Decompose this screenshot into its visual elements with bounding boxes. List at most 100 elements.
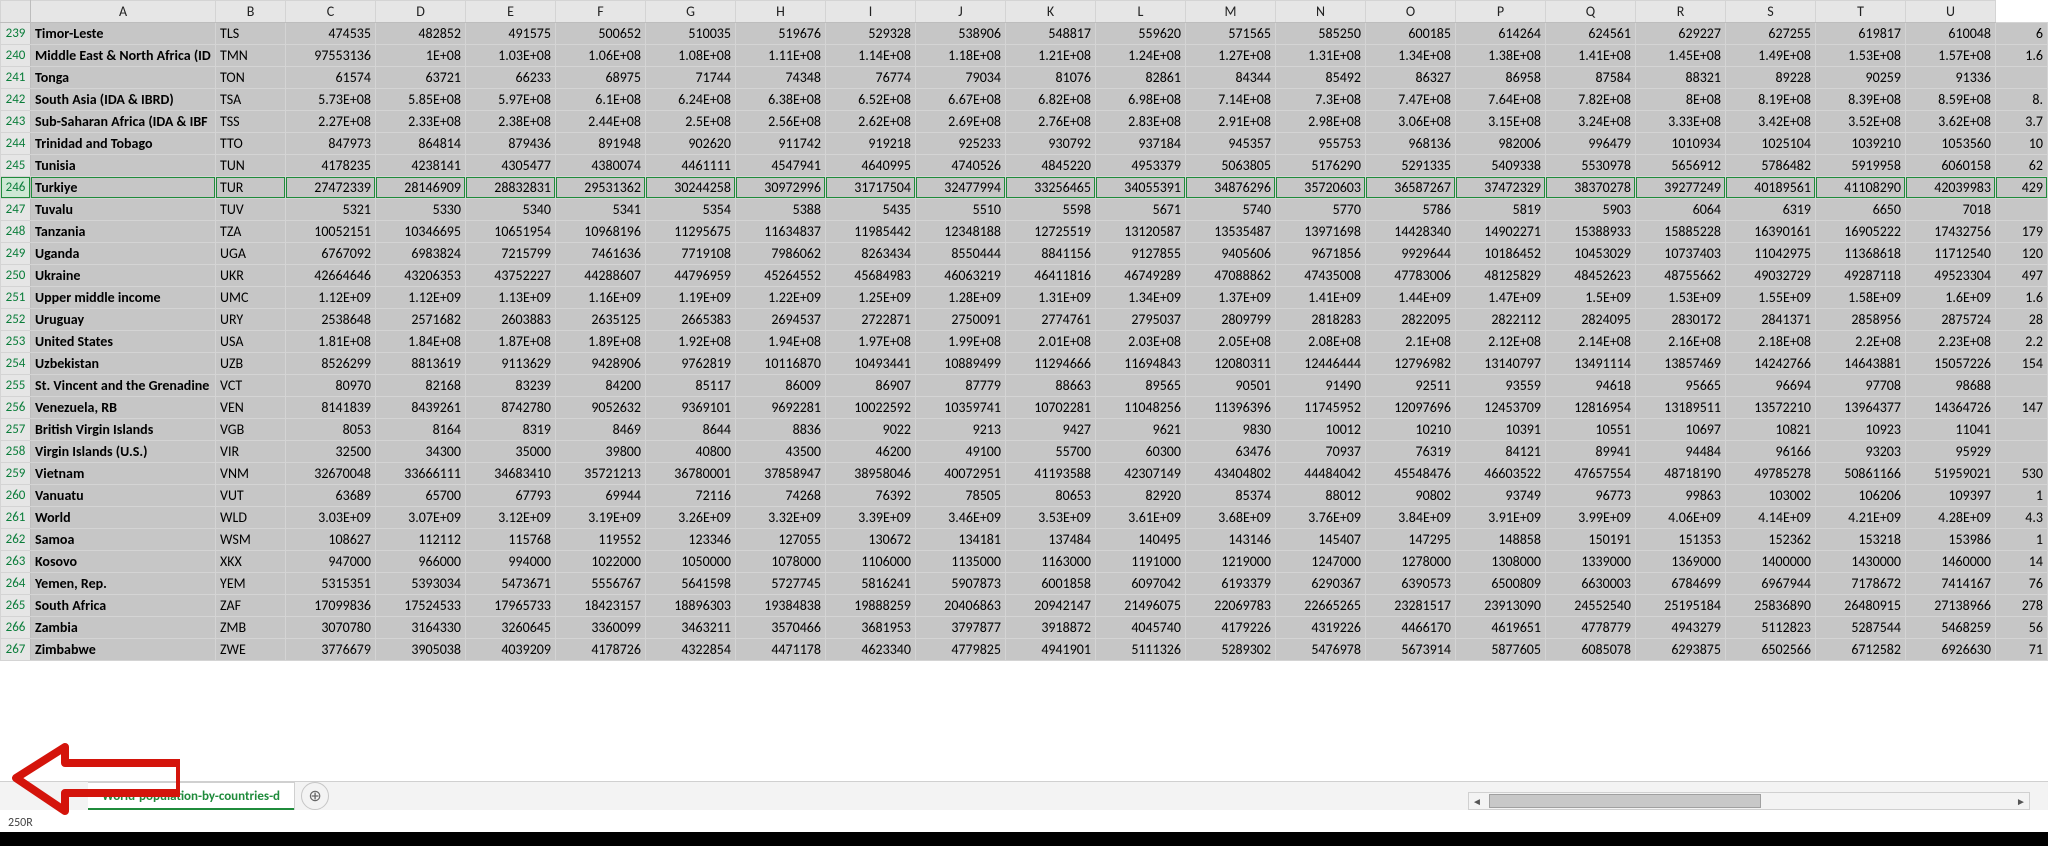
cell-value[interactable]: 6650 (1816, 199, 1906, 221)
cell-value[interactable]: 5388 (736, 199, 826, 221)
data-row[interactable]: 261WorldWLD3.03E+093.07E+093.12E+093.19E… (1, 507, 2048, 529)
cell-value[interactable]: 49287118 (1816, 265, 1906, 287)
cell-value[interactable]: 94484 (1636, 441, 1726, 463)
cell-value[interactable]: 3.91E+09 (1456, 507, 1546, 529)
cell-value[interactable]: 106206 (1816, 485, 1906, 507)
cell-value[interactable]: 6.98E+08 (1096, 89, 1186, 111)
cell-value[interactable]: 119552 (556, 529, 646, 551)
row-header[interactable]: 251 (1, 287, 31, 309)
cell-value[interactable]: 34683410 (466, 463, 556, 485)
cell-value[interactable]: 12725519 (1006, 221, 1096, 243)
cell-value[interactable]: 8644 (646, 419, 736, 441)
cell-value[interactable]: 10116870 (736, 353, 826, 375)
cell-value[interactable]: 20942147 (1006, 595, 1096, 617)
cell-value[interactable]: 5393034 (376, 573, 466, 595)
cell-value[interactable]: 11294666 (1006, 353, 1096, 375)
cell-value[interactable]: 600185 (1366, 23, 1456, 45)
data-row[interactable]: 264Yemen, Rep.YEM53153515393034547367155… (1, 573, 2048, 595)
cell-value[interactable]: 80970 (286, 375, 376, 397)
cell-value[interactable]: 7414167 (1906, 573, 1996, 595)
col-header-L[interactable]: L (1096, 1, 1186, 23)
cell-value[interactable]: 56 (1996, 617, 2048, 639)
cell-value[interactable]: 3164330 (376, 617, 466, 639)
cell-value[interactable]: 10012 (1276, 419, 1366, 441)
scroll-left-button[interactable]: ◄ (1469, 794, 1485, 808)
cell-value[interactable]: 1.57E+08 (1906, 45, 1996, 67)
cell-value[interactable]: 519676 (736, 23, 826, 45)
cell-value[interactable]: 10651954 (466, 221, 556, 243)
cell-value[interactable]: 3.33E+08 (1636, 111, 1726, 133)
cell-value[interactable]: 14242766 (1726, 353, 1816, 375)
cell-value[interactable]: 4380074 (556, 155, 646, 177)
cell-value[interactable]: 1039210 (1816, 133, 1906, 155)
cell-value[interactable]: 3681953 (826, 617, 916, 639)
cell-value[interactable]: 8526299 (286, 353, 376, 375)
cell-country[interactable]: Zimbabwe (31, 639, 216, 661)
cell-country[interactable]: Tuvalu (31, 199, 216, 221)
col-header-J[interactable]: J (916, 1, 1006, 23)
cell-value[interactable]: 3.99E+09 (1546, 507, 1636, 529)
cell-value[interactable]: 1400000 (1726, 551, 1816, 573)
cell-value[interactable]: 3070780 (286, 617, 376, 639)
cell-value[interactable]: 1.5E+09 (1546, 287, 1636, 309)
cell-value[interactable]: 2635125 (556, 309, 646, 331)
cell-value[interactable]: 42307149 (1096, 463, 1186, 485)
cell-value[interactable]: 97708 (1816, 375, 1906, 397)
cell-value[interactable]: 4178235 (286, 155, 376, 177)
cell-value[interactable]: 2841371 (1726, 309, 1816, 331)
data-row[interactable]: 258Virgin Islands (U.S.)VIR3250034300350… (1, 441, 2048, 463)
cell-code[interactable]: VGB (216, 419, 286, 441)
cell-value[interactable]: 2795037 (1096, 309, 1186, 331)
cell-value[interactable]: 82920 (1096, 485, 1186, 507)
col-header-Q[interactable]: Q (1546, 1, 1636, 23)
cell-value[interactable]: 47783006 (1366, 265, 1456, 287)
cell-value[interactable]: 123346 (646, 529, 736, 551)
cell-value[interactable]: 5.73E+08 (286, 89, 376, 111)
cell-value[interactable]: 14643881 (1816, 353, 1906, 375)
cell-value[interactable]: 5919958 (1816, 155, 1906, 177)
cell-value[interactable]: 95665 (1636, 375, 1726, 397)
col-header-T[interactable]: T (1816, 1, 1906, 23)
cell-value[interactable]: 6767092 (286, 243, 376, 265)
cell-value[interactable]: 70937 (1276, 441, 1366, 463)
cell-value[interactable]: 13964377 (1816, 397, 1906, 419)
cell-value[interactable]: 26480915 (1816, 595, 1906, 617)
cell-value[interactable]: 1308000 (1456, 551, 1546, 573)
cell-value[interactable]: 154 (1996, 353, 2048, 375)
cell-country[interactable]: South Asia (IDA & IBRD) (31, 89, 216, 111)
cell-value[interactable]: 8550444 (916, 243, 1006, 265)
cell-value[interactable]: 1022000 (556, 551, 646, 573)
cell-value[interactable]: 3.76E+09 (1276, 507, 1366, 529)
cell-value[interactable]: 5315351 (286, 573, 376, 595)
cell-value[interactable]: 1.14E+08 (826, 45, 916, 67)
cell-value[interactable] (1996, 375, 2048, 397)
cell-value[interactable]: 5877605 (1456, 639, 1546, 661)
cell-value[interactable]: 1.12E+09 (286, 287, 376, 309)
cell-value[interactable]: 10702281 (1006, 397, 1096, 419)
cell-value[interactable]: 13120587 (1096, 221, 1186, 243)
cell-value[interactable]: 9113629 (466, 353, 556, 375)
cell-code[interactable]: VIR (216, 441, 286, 463)
cell-value[interactable]: 11048256 (1096, 397, 1186, 419)
add-sheet-button[interactable]: ⊕ (301, 782, 329, 810)
cell-value[interactable]: 497 (1996, 265, 2048, 287)
cell-value[interactable]: 3905038 (376, 639, 466, 661)
cell-value[interactable]: 1247000 (1276, 551, 1366, 573)
cell-value[interactable]: 63721 (376, 67, 466, 89)
cell-value[interactable]: 1.97E+08 (826, 331, 916, 353)
cell-value[interactable]: 14 (1996, 551, 2048, 573)
row-header[interactable]: 266 (1, 617, 31, 639)
cell-value[interactable]: 66233 (466, 67, 556, 89)
cell-value[interactable]: 78505 (916, 485, 1006, 507)
cell-value[interactable]: 5409338 (1456, 155, 1546, 177)
cell-value[interactable]: 5176290 (1276, 155, 1366, 177)
cell-value[interactable]: 8813619 (376, 353, 466, 375)
cell-value[interactable]: 130672 (826, 529, 916, 551)
cell-value[interactable]: 82168 (376, 375, 466, 397)
cell-value[interactable]: 47088862 (1186, 265, 1276, 287)
cell-value[interactable]: 1.24E+08 (1096, 45, 1186, 67)
cell-value[interactable]: 3.7 (1996, 111, 2048, 133)
cell-value[interactable]: 1.19E+09 (646, 287, 736, 309)
cell-value[interactable]: 76 (1996, 573, 2048, 595)
cell-value[interactable]: 43206353 (376, 265, 466, 287)
